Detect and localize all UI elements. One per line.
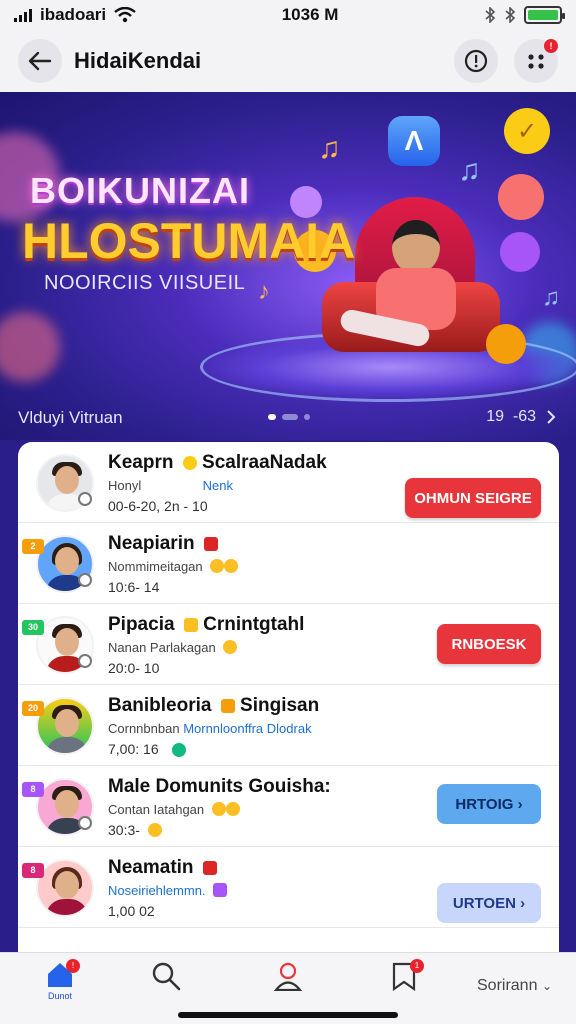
carousel-indicator[interactable] (268, 414, 310, 420)
list-item[interactable]: 30 Pipacia Crnintgtahl Nanan Parlakagan … (18, 604, 559, 685)
item-subtitle: Noseiriehlemmn. (108, 883, 228, 898)
bluetooth-icon (485, 7, 496, 23)
more-menu-button[interactable]: ! (514, 39, 558, 83)
banner-subtitle: NOOIRCIIS VIISUEIL (44, 272, 246, 294)
character-illustration (392, 220, 440, 274)
crown-emoji-icon (183, 618, 198, 632)
item-name: Pipacia Crnintgtahl (108, 614, 305, 635)
coin-emoji-icon (182, 456, 197, 470)
item-subtitle: Nommimeitagan (108, 559, 239, 574)
item-tag: 2 (22, 539, 44, 554)
more-dots-icon (528, 54, 544, 69)
app-header: HidaiKendai ! (0, 30, 576, 92)
item-subtitle: Nanan Parlakagan (108, 640, 238, 655)
sort-dropdown[interactable]: Sorirann ⌄ (477, 977, 552, 995)
row-action-button[interactable]: URTOEN › (437, 883, 541, 923)
alert-circle-icon (464, 49, 488, 73)
star-emoji-icon (211, 802, 226, 816)
face-sticker-icon (498, 174, 544, 220)
carrier-name: ibadoari (40, 5, 107, 24)
row-action-button[interactable]: HRTOIG › (437, 784, 541, 824)
item-name: Male Domunits Gouisha: (108, 776, 331, 797)
item-name: Neapiarin (108, 533, 218, 555)
list-item[interactable]: 8 Neamatin Noseiriehlemmn. 1,00 02 URTOE… (18, 847, 559, 928)
badge-emoji-icon (220, 699, 235, 713)
page-title: HidaiKendai (74, 48, 202, 73)
list-item[interactable]: 20 Banibleoria Singisan Cornnbnban Mornn… (18, 685, 559, 766)
banner-caption: Vlduyi Vitruan (18, 408, 123, 427)
home-badge: ! (66, 959, 80, 973)
alert-button[interactable] (454, 39, 498, 83)
status-bar: ibadoari 1036 M (0, 0, 576, 30)
nav-profile[interactable] (258, 961, 318, 1005)
music-app-icon: Λ (388, 116, 440, 166)
avatar (36, 697, 94, 755)
item-name: Banibleoria Singisan (108, 695, 320, 716)
item-tag: 30 (22, 620, 44, 635)
bluetooth-alt-icon (505, 7, 516, 23)
wifi-icon (114, 7, 136, 23)
signal-icon (14, 8, 32, 22)
back-button[interactable] (18, 39, 62, 83)
item-tag: 8 (22, 782, 44, 797)
item-timestamp: 30:3- (108, 822, 162, 838)
contact-list: Keaprn ScalraaNadak Honyl Nenk 00-6-20, … (18, 442, 559, 962)
star-emoji-icon (210, 559, 225, 573)
coin-icon: ✓ (504, 108, 550, 154)
item-name: Keaprn ScalraaNadak (108, 452, 327, 473)
music-note-icon: ♪ (258, 278, 270, 305)
row-action-button[interactable]: OHMUN SEIGRE (405, 478, 541, 518)
hero-banner[interactable]: Λ ✓ ♫ ♫ ♪ ♫ BOIKUNIZAI HLOSTUMAIA NOOIRC… (0, 92, 576, 440)
music-note-icon: ♫ (318, 132, 341, 165)
globe-sticker-icon (500, 232, 540, 272)
chevron-down-icon: ⌄ (541, 979, 552, 993)
item-subtitle: Cornnbnban Mornnloonffra Dlodrak (108, 721, 312, 736)
item-timestamp: 7,00: 16 (108, 741, 186, 757)
item-tag: 8 (22, 863, 44, 878)
avatar (36, 859, 94, 917)
nav-bookmarks[interactable]: 1 (374, 959, 434, 1005)
status-badge (78, 654, 92, 668)
ball-sticker-icon (486, 324, 526, 364)
list-item[interactable]: 8 Male Domunits Gouisha: Contan Iatahgan… (18, 766, 559, 847)
row-action-button[interactable]: RNBOESK (437, 624, 541, 664)
music-note-icon: ♫ (542, 284, 560, 311)
status-badge (78, 573, 92, 587)
nav-home[interactable]: ! Dunot (30, 959, 90, 1005)
item-timestamp: 00-6-20, 2n - 10 (108, 498, 208, 514)
item-subtitle: Honyl Nenk (108, 478, 234, 493)
item-timestamp: 20:0- 10 (108, 660, 160, 676)
arrow-left-icon (28, 51, 52, 71)
flag-emoji-icon (202, 861, 217, 875)
chevron-right-icon (547, 410, 556, 424)
banner-title-line1: BOIKUNIZAI (30, 170, 250, 211)
list-item[interactable]: 2 Neapiarin Nommimeitagan 10:6- 14 (18, 523, 559, 604)
list-item[interactable]: Keaprn ScalraaNadak Honyl Nenk 00-6-20, … (18, 442, 559, 523)
status-badge (78, 492, 92, 506)
banner-title-line2: HLOSTUMAIA (22, 213, 356, 269)
home-indicator (178, 1012, 398, 1018)
menu-badge: ! (544, 39, 558, 53)
status-badge (78, 816, 92, 830)
star-emoji-icon (223, 640, 238, 654)
clock: 1036 M (281, 5, 339, 24)
user-icon (273, 962, 303, 991)
bookmarks-badge: 1 (410, 959, 424, 973)
flag-emoji-icon (203, 537, 218, 551)
item-tag: 20 (22, 701, 44, 716)
banner-counter[interactable]: 19 -63 (486, 408, 556, 426)
nav-search[interactable] (136, 961, 196, 1005)
item-subtitle: Contan Iatahgan (108, 802, 240, 817)
battery-icon (523, 6, 565, 24)
gift-emoji-icon (213, 883, 228, 897)
music-note-icon: ♫ (458, 154, 481, 187)
search-icon (152, 962, 181, 991)
nav-home-label: Dunot (47, 991, 73, 1001)
item-name: Neamatin (108, 857, 217, 879)
star-emoji-icon (147, 823, 162, 837)
globe-emoji-icon (172, 743, 186, 757)
item-timestamp: 1,00 02 (108, 903, 155, 919)
item-timestamp: 10:6- 14 (108, 579, 160, 595)
